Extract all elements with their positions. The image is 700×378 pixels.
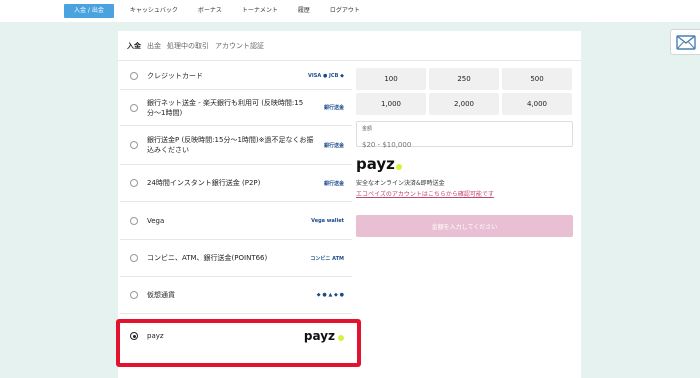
radio-button[interactable] — [130, 141, 138, 149]
amount-preset-button[interactable]: 500 — [502, 68, 572, 90]
tab-pending-transactions[interactable]: 処理中の取引 — [167, 41, 209, 51]
top-nav: 入金 / 出金 キャッシュバック ボーナス トーナメント 履歴 ログアウト — [0, 0, 700, 22]
method-label: コンビニ、ATM、銀行送金(POINT66) — [147, 254, 268, 262]
tab-divider — [118, 60, 581, 61]
nav-bonus[interactable]: ボーナス — [188, 4, 232, 18]
amount-label: 金額 — [362, 126, 373, 132]
radio-button[interactable] — [130, 291, 138, 299]
radio-button[interactable] — [130, 254, 138, 262]
nav-history[interactable]: 履歴 — [288, 4, 320, 18]
tab-bar: 入金 出金 処理中の取引 アカウント認証 — [127, 41, 270, 51]
mail-button[interactable] — [670, 29, 700, 55]
submit-button[interactable]: 金額を入力してください — [356, 215, 573, 237]
method-bank-transfer-p[interactable]: 銀行送金P (反映時間:15分〜1時間)※過不足なくお振込みください 銀行送金 — [120, 126, 352, 165]
method-vega[interactable]: Vega Vega wallet — [120, 202, 352, 240]
amount-presets: 100 250 500 1,000 2,000 4,000 — [356, 68, 573, 115]
amount-preset-button[interactable]: 1,000 — [356, 93, 426, 115]
bank-transfer-logo: 銀行送金 — [323, 142, 344, 149]
nav-tournament[interactable]: トーナメント — [232, 4, 288, 18]
bank-transfer-logo: 銀行送金 — [323, 105, 344, 111]
radio-button[interactable] — [130, 103, 138, 112]
account-link[interactable]: エコペイズのアカウントはこちらから確認可能です — [356, 189, 573, 198]
amount-preset-button[interactable]: 250 — [429, 68, 499, 90]
tab-deposit[interactable]: 入金 — [127, 41, 141, 51]
tab-withdraw[interactable]: 出金 — [147, 41, 161, 51]
radio-button[interactable] — [130, 71, 138, 80]
nav-logout[interactable]: ログアウト — [320, 4, 370, 18]
amount-input[interactable] — [362, 141, 562, 149]
payment-method-list: クレジットカード VISA ● JCB ◆ 銀行ネット送金 - 楽天銀行も利用可… — [120, 62, 352, 358]
method-label: 銀行ネット送金 - 楽天銀行も利用可 (反映時間:15分〜1時間) — [147, 98, 304, 117]
method-instant-bank-p2p[interactable]: 24時間インスタント銀行送金 (P2P) 銀行送金 — [120, 165, 352, 202]
method-description: 安全なオンライン決済&即時送金 — [356, 180, 445, 187]
radio-button[interactable] — [130, 179, 138, 187]
method-label: Vega — [147, 216, 165, 225]
bank-transfer-logo: 銀行送金 — [323, 180, 344, 187]
method-credit-card[interactable]: クレジットカード VISA ● JCB ◆ — [120, 62, 352, 90]
method-bank-net-transfer[interactable]: 銀行ネット送金 - 楽天銀行も利用可 (反映時間:15分〜1時間) 銀行送金 — [120, 90, 352, 126]
method-crypto[interactable]: 仮想通貨 ◆ ● ▲ ◆ ● — [120, 277, 352, 314]
method-label: 銀行送金P (反映時間:15分〜1時間)※過不足なくお振込みください — [147, 136, 314, 154]
point66-logo: コンビニ ATM — [310, 255, 344, 262]
amount-preset-button[interactable]: 2,000 — [429, 93, 499, 115]
method-label: 24時間インスタント銀行送金 (P2P) — [147, 179, 261, 187]
nav-deposit-withdraw[interactable]: 入金 / 出金 — [64, 4, 114, 18]
vega-wallet-logo: Vega wallet — [311, 217, 344, 224]
crypto-coins-logo: ◆ ● ▲ ◆ ● — [316, 292, 344, 298]
method-convenience-store[interactable]: コンビニ、ATM、銀行送金(POINT66) コンビニ ATM — [120, 240, 352, 277]
amount-preset-button[interactable]: 100 — [356, 68, 426, 90]
brand-dot — [395, 163, 402, 170]
radio-button[interactable] — [130, 216, 138, 225]
payz-brand-logo: payz — [356, 155, 573, 173]
nav-cashback[interactable]: キャッシュバック — [120, 4, 188, 18]
tab-account-verification[interactable]: アカウント認証 — [215, 41, 264, 51]
method-label: クレジットカード — [147, 71, 203, 80]
method-label: 仮想通貨 — [147, 291, 175, 299]
amount-field[interactable]: 金額 — [356, 121, 573, 149]
mail-icon — [675, 34, 696, 50]
card-brands-logo: VISA ● JCB ◆ — [308, 72, 344, 79]
amount-preset-button[interactable]: 4,000 — [502, 93, 572, 115]
deposit-panel: 100 250 500 1,000 2,000 4,000 金額 payz 安全… — [356, 68, 573, 237]
highlight-frame — [116, 319, 361, 367]
